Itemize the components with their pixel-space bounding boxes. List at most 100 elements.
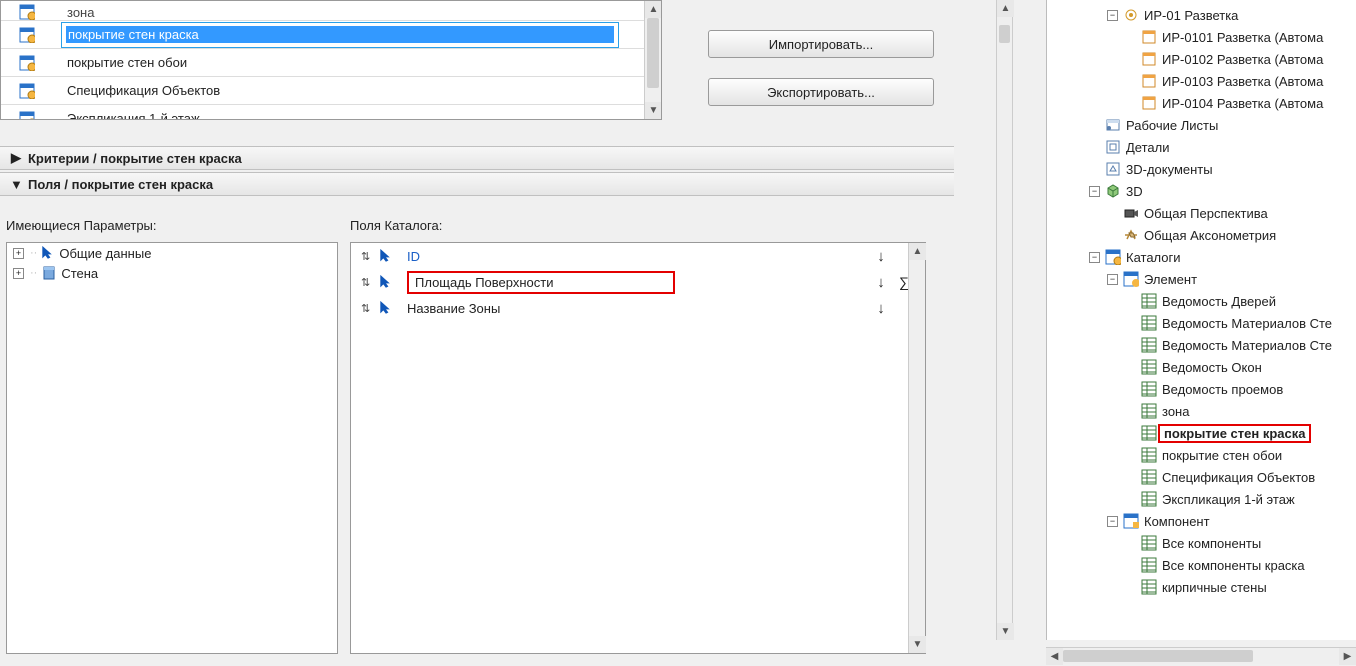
field-name-label: ID: [401, 249, 869, 264]
navigator-item[interactable]: Все компоненты: [1047, 532, 1356, 554]
criteria-section-header[interactable]: ▶ Критерии / покрытие стен краска: [0, 146, 954, 170]
scroll-up-icon[interactable]: ▲: [997, 0, 1014, 17]
scroll-down-icon[interactable]: ▼: [909, 636, 926, 653]
scroll-thumb[interactable]: [1063, 650, 1253, 662]
catalog-fields-list[interactable]: ⇅ ID ↓ ⇅ Площадь Поверхности ↓ ∑ ⇅ Назва…: [350, 242, 926, 654]
schedule-icon: [1, 27, 61, 43]
expand-icon[interactable]: +: [13, 268, 24, 279]
navigator-item[interactable]: Экспликация 1-й этаж: [1047, 488, 1356, 510]
navigator-item[interactable]: покрытие стен обои: [1047, 444, 1356, 466]
navigator-item[interactable]: кирпичные стены: [1047, 576, 1356, 598]
schema-list[interactable]: зона покрытие стен краска покрытие стен …: [0, 0, 662, 120]
navigator-item[interactable]: Все компоненты краска: [1047, 554, 1356, 576]
navigator-item[interactable]: Ведомость Окон: [1047, 356, 1356, 378]
navigator-item-label: Ведомость Материалов Сте: [1158, 316, 1332, 331]
table-icon: [1140, 337, 1158, 353]
navigator-item-label: зона: [1158, 404, 1189, 419]
import-button[interactable]: Импортировать...: [708, 30, 934, 58]
wall-icon: [41, 265, 57, 281]
schema-list-item[interactable]: Экспликация 1-й этаж: [1, 105, 661, 120]
schema-list-item[interactable]: Спецификация Объектов: [1, 77, 661, 105]
navigator-tree[interactable]: − ИР-01 Разветка ИР-0101 Разветка (Автом…: [1046, 0, 1356, 640]
navigator-item[interactable]: − Каталоги: [1047, 246, 1356, 268]
navigator-item[interactable]: Рабочие Листы: [1047, 114, 1356, 136]
expand-toggle-icon[interactable]: −: [1089, 186, 1100, 197]
navigator-item[interactable]: зона: [1047, 400, 1356, 422]
scroll-thumb[interactable]: [647, 18, 659, 88]
navigator-horizontal-scrollbar[interactable]: ◀ ▶: [1046, 647, 1356, 664]
page-o-icon: [1140, 95, 1158, 111]
navigator-item-label: Общая Перспектива: [1140, 206, 1268, 221]
navigator-item-label: 3D-документы: [1122, 162, 1213, 177]
navigator-item[interactable]: покрытие стен краска: [1047, 422, 1356, 444]
navigator-item[interactable]: Ведомость проемов: [1047, 378, 1356, 400]
criteria-section-title: Критерии / покрытие стен краска: [28, 151, 242, 166]
param-item-label: Общие данные: [59, 246, 151, 261]
navigator-item[interactable]: ИР-0102 Разветка (Автома: [1047, 48, 1356, 70]
available-params-tree[interactable]: + ·· Общие данные + ·· Стена: [6, 242, 338, 654]
catalog-fields-label: Поля Каталога:: [350, 218, 442, 233]
schema-item-label: зона: [61, 5, 661, 20]
reorder-handle-icon[interactable]: ⇅: [361, 276, 379, 289]
navigator-item[interactable]: Спецификация Объектов: [1047, 466, 1356, 488]
navigator-item-label: ИР-0103 Разветка (Автома: [1158, 74, 1323, 89]
navigator-item[interactable]: Общая Аксонометрия: [1047, 224, 1356, 246]
fields-section-header[interactable]: ▼ Поля / покрытие стен краска: [0, 172, 954, 196]
scroll-up-icon[interactable]: ▲: [909, 243, 926, 260]
navigator-item[interactable]: − 3D: [1047, 180, 1356, 202]
expand-icon: ▼: [10, 177, 22, 192]
sort-direction-icon[interactable]: ↓: [869, 248, 893, 265]
navigator-item-label: Рабочие Листы: [1122, 118, 1218, 133]
scroll-right-icon[interactable]: ▶: [1339, 648, 1356, 665]
reorder-handle-icon[interactable]: ⇅: [361, 302, 379, 315]
navigator-item[interactable]: ИР-0104 Разветка (Автома: [1047, 92, 1356, 114]
navigator-item[interactable]: Ведомость Дверей: [1047, 290, 1356, 312]
sort-direction-icon[interactable]: ↓: [869, 300, 893, 317]
navigator-item[interactable]: − Компонент: [1047, 510, 1356, 532]
reorder-handle-icon[interactable]: ⇅: [361, 250, 379, 263]
schema-list-scrollbar[interactable]: ▲ ▼: [644, 1, 661, 119]
expand-toggle-icon[interactable]: −: [1107, 274, 1118, 285]
scroll-down-icon[interactable]: ▼: [997, 623, 1014, 640]
navigator-item-label: покрытие стен краска: [1158, 424, 1311, 443]
schema-list-item[interactable]: зона: [1, 1, 661, 21]
param-tree-item[interactable]: + ·· Общие данные: [7, 243, 337, 263]
navigator-item[interactable]: 3D-документы: [1047, 158, 1356, 180]
export-button[interactable]: Экспортировать...: [708, 78, 934, 106]
expand-icon[interactable]: +: [13, 248, 24, 259]
scroll-thumb[interactable]: [999, 25, 1010, 43]
catalog-field-row[interactable]: ⇅ ID ↓: [351, 243, 925, 269]
navigator-item[interactable]: ИР-0103 Разветка (Автома: [1047, 70, 1356, 92]
param-tree-item[interactable]: + ·· Стена: [7, 263, 337, 283]
table-icon: [1140, 293, 1158, 309]
navigator-item[interactable]: ИР-0101 Разветка (Автома: [1047, 26, 1356, 48]
navigator-item-label: кирпичные стены: [1158, 580, 1267, 595]
navigator-item[interactable]: − Элемент: [1047, 268, 1356, 290]
navigator-item[interactable]: Ведомость Материалов Сте: [1047, 334, 1356, 356]
schema-list-item[interactable]: покрытие стен краска: [1, 21, 661, 49]
table-icon: [1140, 469, 1158, 485]
expand-toggle-icon[interactable]: −: [1089, 252, 1100, 263]
catalog-fields-scrollbar[interactable]: ▲ ▼: [908, 243, 925, 653]
catalog-field-row[interactable]: ⇅ Площадь Поверхности ↓ ∑: [351, 269, 925, 295]
sort-direction-icon[interactable]: ↓: [869, 274, 893, 291]
camera-icon: [1122, 205, 1140, 221]
table-icon: [1140, 381, 1158, 397]
navigator-item-label: 3D: [1122, 184, 1143, 199]
main-vertical-scrollbar[interactable]: ▲ ▼: [996, 0, 1013, 640]
param-item-label: Стена: [61, 266, 98, 281]
navigator-item[interactable]: Детали: [1047, 136, 1356, 158]
scroll-up-icon[interactable]: ▲: [645, 1, 662, 18]
catalog-field-row[interactable]: ⇅ Название Зоны ↓: [351, 295, 925, 321]
schema-list-item[interactable]: покрытие стен обои: [1, 49, 661, 77]
navigator-item[interactable]: − ИР-01 Разветка: [1047, 4, 1356, 26]
navigator-item[interactable]: Общая Перспектива: [1047, 202, 1356, 224]
expand-toggle-icon[interactable]: −: [1107, 516, 1118, 527]
cursor-icon: [379, 301, 401, 315]
scroll-down-icon[interactable]: ▼: [645, 102, 662, 119]
expand-toggle-icon[interactable]: −: [1107, 10, 1118, 21]
navigator-item[interactable]: Ведомость Материалов Сте: [1047, 312, 1356, 334]
table-icon: [1140, 491, 1158, 507]
scroll-left-icon[interactable]: ◀: [1046, 648, 1063, 665]
schema-item-label: покрытие стен обои: [61, 55, 661, 70]
